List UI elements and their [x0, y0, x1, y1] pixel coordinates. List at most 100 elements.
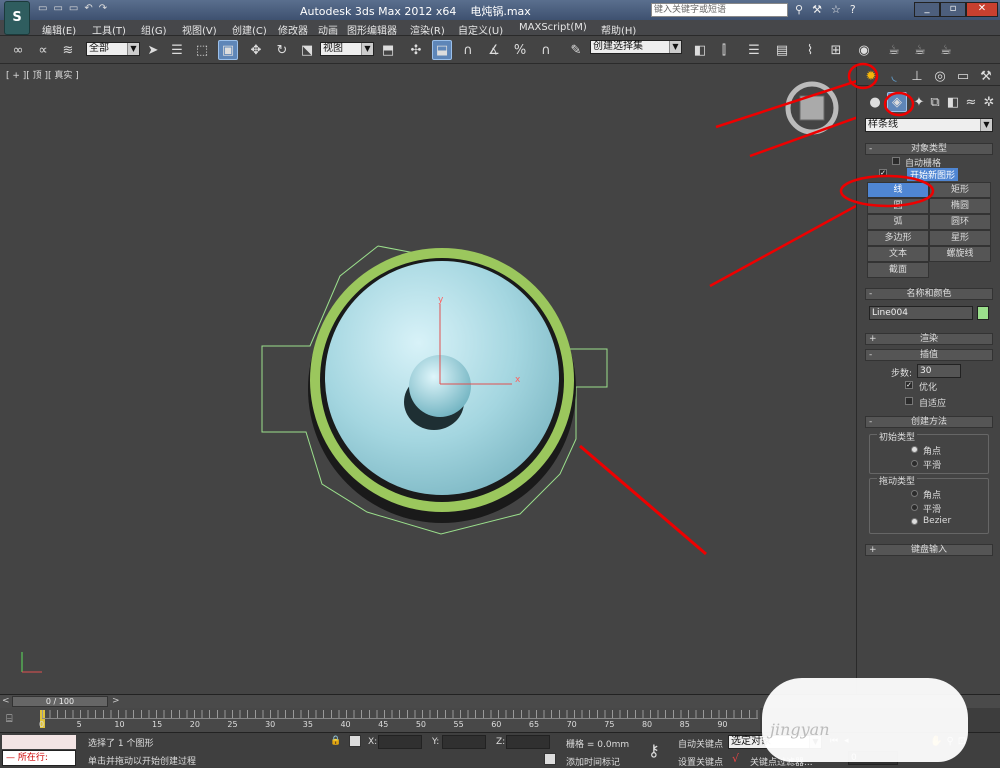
- text-button[interactable]: 文本: [867, 246, 929, 262]
- donut-button[interactable]: 圆环: [929, 214, 991, 230]
- object-color-swatch[interactable]: [977, 306, 989, 320]
- star-button[interactable]: 星形: [929, 230, 991, 246]
- menu-item-tools[interactable]: 工具(T): [92, 22, 126, 37]
- keyboard-entry-header[interactable]: + 键盘输入: [865, 544, 993, 556]
- rendering-header[interactable]: + 渲染: [865, 333, 993, 345]
- time-slider-thumb[interactable]: 0 / 100: [12, 696, 108, 707]
- edit-named-selection-icon[interactable]: ✎: [566, 40, 586, 60]
- ngon-button[interactable]: 多边形: [867, 230, 929, 246]
- layer-manager-icon[interactable]: ☰: [744, 40, 764, 60]
- percent-snap-icon[interactable]: %: [510, 40, 530, 60]
- time-slider-prev[interactable]: <: [2, 696, 10, 706]
- redo-icon[interactable]: ↷: [99, 3, 113, 14]
- spinner-snap-icon[interactable]: ∩: [536, 40, 556, 60]
- helix-button[interactable]: 螺旋线: [929, 246, 991, 262]
- render-setup-icon[interactable]: ☕: [884, 40, 904, 60]
- drag-corner-radio[interactable]: [911, 490, 918, 497]
- y-coord-field[interactable]: [442, 735, 486, 749]
- binoculars-icon[interactable]: ⚲: [795, 3, 812, 16]
- object-type-header[interactable]: - 对象类型: [865, 143, 993, 155]
- rect-selection-icon[interactable]: ⬚: [192, 40, 212, 60]
- menu-item-graph-editors[interactable]: 图形编辑器: [347, 22, 397, 37]
- angle-snap-icon[interactable]: ∡: [484, 40, 504, 60]
- menu-item-help[interactable]: 帮助(H): [601, 22, 636, 37]
- display-tab-icon[interactable]: ▭: [953, 66, 973, 86]
- maxscript-listener[interactable]: [2, 735, 76, 749]
- move-icon[interactable]: ✥: [246, 40, 266, 60]
- menu-item-animation[interactable]: 动画: [318, 22, 338, 37]
- undo-icon[interactable]: ↶: [84, 3, 98, 14]
- minimize-button[interactable]: _: [914, 2, 940, 17]
- transform-mode-icon[interactable]: [349, 735, 361, 747]
- cameras-icon[interactable]: ⧉: [925, 92, 945, 112]
- track-bar[interactable]: ⌸ 0 5 10 15 20 25 30 35 40 45 50 55 60 65 70 75 80 85 90: [0, 708, 760, 732]
- named-selection-dropdown[interactable]: 创建选择集 ▼: [590, 40, 682, 54]
- scale-icon[interactable]: ⬔: [297, 40, 317, 60]
- menu-item-modifiers[interactable]: 修改器: [278, 22, 308, 37]
- initial-smooth-radio[interactable]: [911, 460, 918, 467]
- close-button[interactable]: ✕: [966, 2, 998, 17]
- systems-icon[interactable]: ✲: [979, 92, 999, 112]
- new-file-icon[interactable]: ▭: [38, 3, 53, 14]
- motion-tab-icon[interactable]: ◎: [930, 66, 950, 86]
- search-input[interactable]: 键入关键字或短语: [651, 3, 788, 17]
- save-icon[interactable]: ▭: [69, 3, 84, 14]
- mirror-icon[interactable]: ◧: [690, 40, 710, 60]
- object-name-field[interactable]: Line004: [869, 306, 973, 320]
- select-object-icon[interactable]: ➤: [143, 40, 163, 60]
- adaptive-checkbox[interactable]: [905, 397, 913, 405]
- ribbon-icon[interactable]: ▤: [772, 40, 792, 60]
- material-editor-icon[interactable]: ◉: [854, 40, 874, 60]
- pivot-center-icon[interactable]: ⬒: [378, 40, 398, 60]
- select-by-name-icon[interactable]: ☰: [167, 40, 187, 60]
- interpolation-header[interactable]: - 插值: [865, 349, 993, 361]
- maxscript-mini-listener[interactable]: — 所在行:: [2, 750, 76, 766]
- star-icon[interactable]: ☆: [831, 3, 850, 16]
- menu-item-edit[interactable]: 编辑(E): [42, 22, 76, 37]
- rendered-frame-icon[interactable]: ☕: [910, 40, 930, 60]
- open-file-icon[interactable]: ▭: [53, 3, 68, 14]
- menu-item-maxscript[interactable]: MAXScript(M): [519, 22, 587, 33]
- drag-bezier-radio[interactable]: [911, 518, 918, 525]
- lock-icon[interactable]: 🔒: [330, 736, 341, 746]
- creation-method-header[interactable]: - 创建方法: [865, 416, 993, 428]
- menu-item-rendering[interactable]: 渲染(R): [410, 22, 445, 37]
- add-time-tag[interactable]: 添加时间标记: [566, 755, 620, 768]
- shape-category-dropdown[interactable]: 样条线 ▼: [865, 118, 993, 132]
- section-button[interactable]: 截面: [867, 262, 929, 278]
- keyboard-shortcut-icon[interactable]: ⬓: [432, 40, 452, 60]
- selection-filter-dropdown[interactable]: 全部 ▼: [86, 42, 140, 56]
- steps-spinner[interactable]: 30: [917, 364, 961, 378]
- set-key-button[interactable]: 设置关键点: [678, 755, 723, 768]
- helpers-icon[interactable]: ◧: [943, 92, 963, 112]
- spacewarps-icon[interactable]: ≈: [961, 92, 981, 112]
- key-filters-icon[interactable]: √: [732, 752, 739, 765]
- z-coord-field[interactable]: [506, 735, 550, 749]
- rotate-icon[interactable]: ↻: [272, 40, 292, 60]
- snap-3d-icon[interactable]: ∩: [458, 40, 478, 60]
- tools-icon[interactable]: ⚒: [812, 3, 831, 16]
- auto-grid-checkbox[interactable]: [892, 157, 900, 165]
- maximize-button[interactable]: ▫: [940, 2, 966, 17]
- arc-button[interactable]: 弧: [867, 214, 929, 230]
- initial-corner-radio[interactable]: [911, 446, 918, 453]
- menu-item-customize[interactable]: 自定义(U): [458, 22, 503, 37]
- time-slider-next[interactable]: >: [112, 696, 120, 706]
- render-production-icon[interactable]: ☕: [936, 40, 956, 60]
- optimize-checkbox[interactable]: ✓: [905, 381, 913, 389]
- help-icon[interactable]: ?: [850, 3, 865, 16]
- add-time-tag-icon[interactable]: [544, 753, 556, 765]
- align-icon[interactable]: ⫿: [714, 40, 734, 60]
- menu-item-create[interactable]: 创建(C): [232, 22, 267, 37]
- select-manipulate-icon[interactable]: ✣: [406, 40, 426, 60]
- x-coord-field[interactable]: [378, 735, 422, 749]
- curve-editor-icon[interactable]: ⌇: [800, 40, 820, 60]
- viewport-top[interactable]: [ + ][ 顶 ][ 真实 ] y x: [0, 64, 856, 694]
- hierarchy-tab-icon[interactable]: ⊥: [907, 66, 927, 86]
- key-icon[interactable]: ⚷: [648, 741, 660, 760]
- menu-item-group[interactable]: 组(G): [141, 22, 167, 37]
- modify-tab-icon[interactable]: ◟: [884, 66, 904, 86]
- menu-item-views[interactable]: 视图(V): [182, 22, 217, 37]
- utilities-tab-icon[interactable]: ⚒: [976, 66, 996, 86]
- name-color-header[interactable]: - 名称和颜色: [865, 288, 993, 300]
